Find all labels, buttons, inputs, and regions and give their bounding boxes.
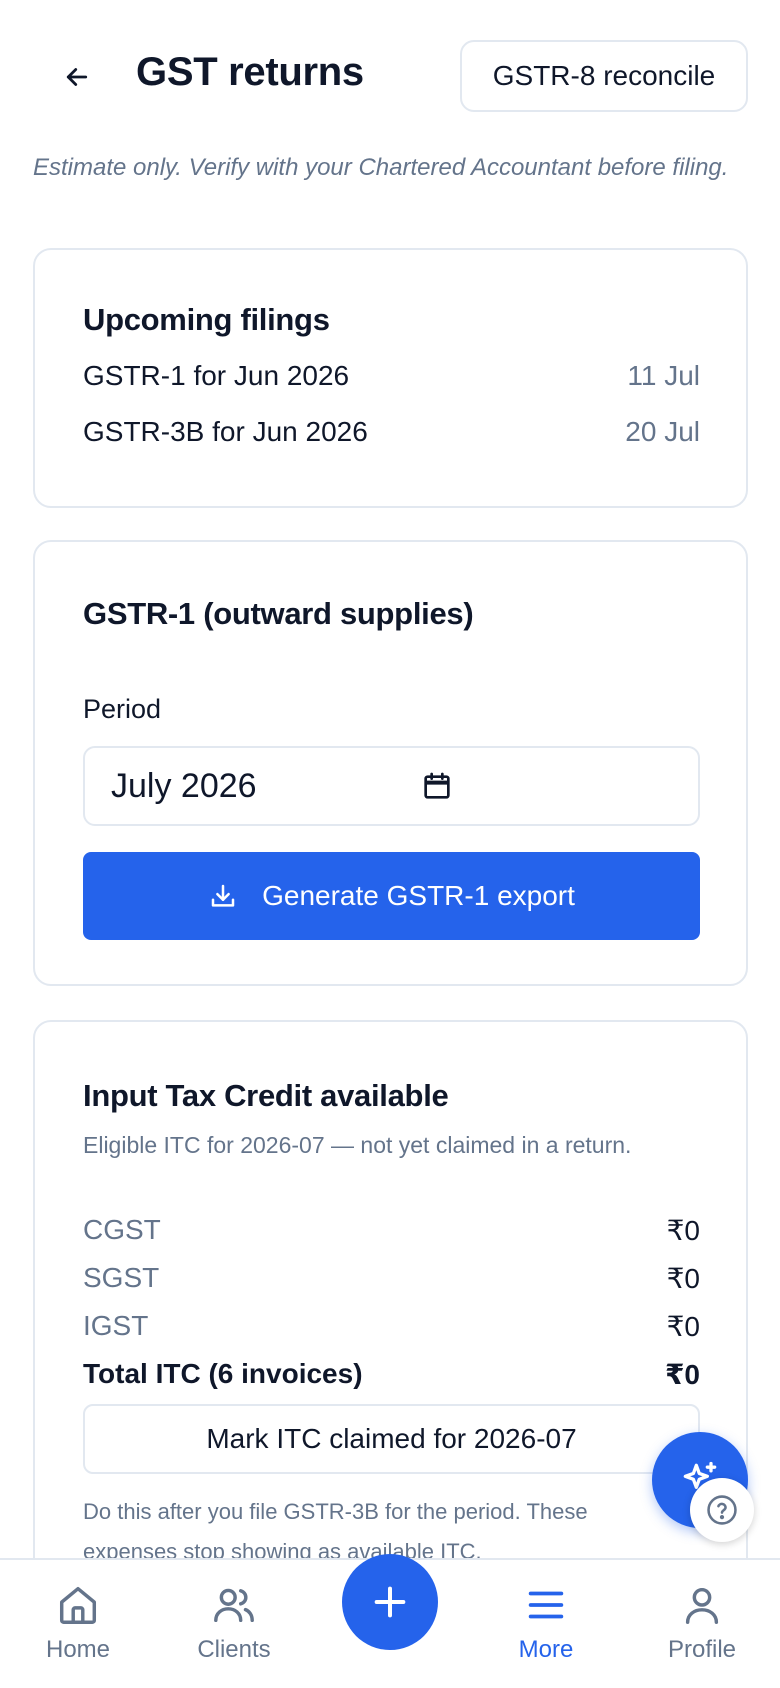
filing-date: 20 Jul xyxy=(625,416,700,447)
itc-row-sgst: SGST ₹0 xyxy=(83,1262,700,1295)
menu-icon xyxy=(528,1591,564,1619)
upcoming-filings-card: Upcoming filings GSTR-1 for Jun 2026 11 … xyxy=(33,248,748,508)
gstr1-card: GSTR-1 (outward supplies) Period July 20… xyxy=(33,540,748,986)
gstr8-reconcile-button[interactable]: GSTR-8 reconcile xyxy=(460,40,748,112)
itc-row-label: IGST xyxy=(83,1310,149,1341)
nav-label-clients: Clients xyxy=(197,1636,271,1663)
gstr1-title: GSTR-1 (outward supplies) xyxy=(83,596,474,631)
nav-label-home: Home xyxy=(45,1636,111,1663)
user-icon xyxy=(685,1587,719,1624)
export-button-label: Generate GSTR-1 export xyxy=(262,880,575,911)
plus-icon xyxy=(374,1586,406,1618)
itc-row-value: ₹0 xyxy=(666,1311,700,1342)
itc-title: Input Tax Credit available xyxy=(83,1078,449,1113)
nav-item-clients[interactable]: Clients xyxy=(164,1582,304,1664)
filing-name: GSTR-3B for Jun 2026 xyxy=(83,416,368,447)
itc-row-cgst: CGST ₹0 xyxy=(83,1214,700,1247)
nav-item-more[interactable]: More xyxy=(476,1582,616,1664)
upcoming-filings-title: Upcoming filings xyxy=(83,302,330,337)
itc-row-value: ₹0 xyxy=(666,1215,700,1246)
nav-item-profile[interactable]: Profile xyxy=(632,1582,772,1664)
mark-itc-claimed-button[interactable]: Mark ITC claimed for 2026-07 xyxy=(83,1404,700,1474)
itc-row-label: CGST xyxy=(83,1214,161,1245)
generate-gstr1-export-button[interactable]: Generate GSTR-1 export xyxy=(83,852,700,940)
download-icon xyxy=(211,884,235,907)
disclaimer-text: Estimate only. Verify with your Chartere… xyxy=(33,154,729,181)
arrow-left-icon xyxy=(66,68,88,86)
home-icon xyxy=(59,1586,97,1624)
nav-item-home[interactable]: Home xyxy=(8,1582,148,1664)
itc-total-row: Total ITC (6 invoices) ₹0 xyxy=(83,1358,700,1391)
page-title: GST returns xyxy=(136,50,364,94)
period-label: Period xyxy=(83,694,162,724)
nav-label-profile: Profile xyxy=(667,1636,737,1663)
filing-row: GSTR-1 for Jun 2026 11 Jul xyxy=(83,360,700,392)
help-button[interactable] xyxy=(690,1478,754,1542)
itc-row-value: ₹0 xyxy=(666,1263,700,1294)
users-icon xyxy=(214,1588,254,1623)
itc-subtitle: Eligible ITC for 2026-07 — not yet claim… xyxy=(83,1132,632,1158)
back-button[interactable] xyxy=(55,55,99,99)
filing-row: GSTR-3B for Jun 2026 20 Jul xyxy=(83,416,700,448)
calendar-icon[interactable] xyxy=(421,770,453,802)
itc-total-value: ₹0 xyxy=(664,1359,700,1390)
filing-date: 11 Jul xyxy=(627,360,700,391)
help-circle-icon xyxy=(707,1495,737,1525)
itc-total-label: Total ITC (6 invoices) xyxy=(83,1358,363,1389)
period-month-input[interactable]: July 2026 xyxy=(83,746,700,826)
itc-card: Input Tax Credit available Eligible ITC … xyxy=(33,1020,748,1640)
bottom-nav: Home Clients More Profile xyxy=(0,1554,780,1688)
itc-row-igst: IGST ₹0 xyxy=(83,1310,700,1343)
add-button[interactable] xyxy=(342,1554,438,1650)
nav-label-more: More xyxy=(518,1636,574,1663)
filing-name: GSTR-1 for Jun 2026 xyxy=(83,360,350,391)
period-value: July 2026 xyxy=(111,766,257,805)
itc-row-label: SGST xyxy=(83,1262,160,1293)
header: GST returns GSTR-8 reconcile xyxy=(0,0,780,150)
